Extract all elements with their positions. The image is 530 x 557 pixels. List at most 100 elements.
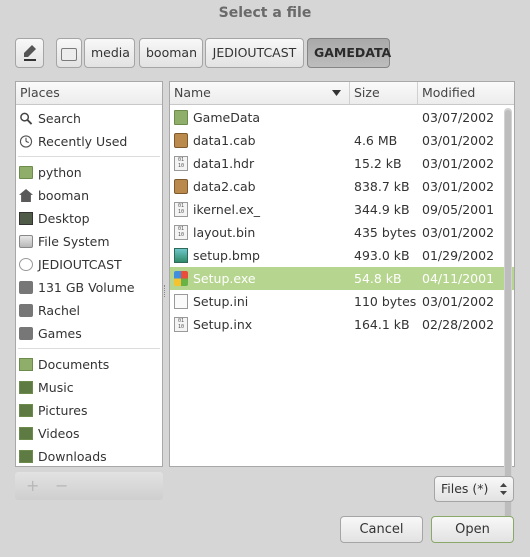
drive-icon [19, 304, 33, 317]
place-search[interactable]: Search [16, 107, 162, 130]
home-icon [19, 189, 33, 202]
file-size: 15.2 kB [354, 156, 402, 171]
remove-bookmark-button[interactable]: − [55, 476, 68, 495]
file-size: 435 bytes [354, 225, 417, 240]
file-modified: 09/05/2001 [422, 202, 495, 217]
file-row[interactable]: 01 10 Setup.inx 164.1 kB 02/28/2002 [170, 313, 514, 336]
place-booman[interactable]: booman [16, 184, 162, 207]
sort-down-icon [332, 90, 341, 96]
places-panel: Places Search Recently Used python booma… [15, 81, 163, 467]
bookmark-buttons: + − [15, 472, 163, 500]
file-row[interactable]: data2.cab 838.7 kB 03/01/2002 [170, 175, 514, 198]
path-segment-gamedata[interactable]: GAMEDATA [307, 38, 391, 68]
file-name: Setup.exe [193, 271, 256, 286]
file-modified: 01/29/2002 [422, 248, 495, 263]
videos-folder-icon [19, 427, 33, 440]
pictures-folder-icon [19, 404, 33, 417]
file-modified: 03/01/2002 [422, 294, 495, 309]
file-modified: 03/07/2002 [422, 110, 495, 125]
place-131gb-volume[interactable]: 131 GB Volume [16, 276, 162, 299]
file-size: 493.0 kB [354, 248, 410, 263]
places-header: Places [16, 82, 162, 105]
place-label: Games [38, 326, 82, 341]
image-file-icon [174, 248, 188, 263]
binary-file-icon: 01 10 [174, 156, 188, 171]
place-label: python [38, 165, 82, 180]
music-folder-icon [19, 381, 33, 394]
file-row[interactable]: 01 10 data1.hdr 15.2 kB 03/01/2002 [170, 152, 514, 175]
column-header-modified[interactable]: Modified [418, 82, 504, 104]
file-list: Name Size Modified GameData 03/07/2002 d… [169, 81, 515, 536]
path-segment-jedioutcast[interactable]: JEDIOUTCAST [205, 38, 304, 68]
place-games[interactable]: Games [16, 322, 162, 345]
file-filter-select[interactable]: Files (*) [434, 476, 514, 502]
place-desktop[interactable]: Desktop [16, 207, 162, 230]
column-header-size[interactable]: Size [350, 82, 418, 104]
column-header-name[interactable]: Name [170, 82, 350, 104]
file-name: data1.cab [193, 133, 256, 148]
add-bookmark-button[interactable]: + [26, 476, 39, 495]
place-pictures[interactable]: Pictures [16, 399, 162, 422]
file-modified: 04/11/2001 [422, 271, 495, 286]
file-list-header: Name Size Modified [170, 82, 514, 105]
drive-icon [19, 281, 33, 294]
file-row[interactable]: setup.bmp 493.0 kB 01/29/2002 [170, 244, 514, 267]
binary-file-icon: 01 10 [174, 225, 188, 240]
dialog-title: Select a file [218, 5, 312, 21]
file-modified: 03/01/2002 [422, 179, 495, 194]
pencil-icon [23, 45, 36, 61]
filesystem-icon [19, 235, 33, 248]
file-size: 344.9 kB [354, 202, 410, 217]
file-row[interactable]: GameData 03/07/2002 [170, 106, 514, 129]
file-modified: 03/01/2002 [422, 225, 495, 240]
place-music[interactable]: Music [16, 376, 162, 399]
path-segment-media[interactable]: media [84, 38, 135, 68]
place-label: Search [38, 111, 81, 126]
file-name: layout.bin [193, 225, 256, 240]
file-modified: 03/01/2002 [422, 133, 495, 148]
place-documents[interactable]: Documents [16, 353, 162, 376]
vertical-scrollbar[interactable] [504, 108, 512, 536]
open-button[interactable]: Open [431, 516, 514, 543]
place-label: Desktop [38, 211, 90, 226]
scrollbar-thumb[interactable] [505, 110, 511, 530]
file-row[interactable]: 01 10 ikernel.ex_ 344.9 kB 09/05/2001 [170, 198, 514, 221]
place-recently-used[interactable]: Recently Used [16, 130, 162, 153]
place-jedioutcast[interactable]: JEDIOUTCAST [16, 253, 162, 276]
place-label: Rachel [38, 303, 81, 318]
place-videos[interactable]: Videos [16, 422, 162, 445]
cdrom-icon [19, 258, 33, 271]
place-python[interactable]: python [16, 161, 162, 184]
file-size: 838.7 kB [354, 179, 410, 194]
place-rachel[interactable]: Rachel [16, 299, 162, 322]
file-name: data2.cab [193, 179, 256, 194]
file-row[interactable]: 01 10 layout.bin 435 bytes 03/01/2002 [170, 221, 514, 244]
place-label: Pictures [38, 403, 88, 418]
file-modified: 03/01/2002 [422, 156, 495, 171]
folder-icon [19, 166, 33, 179]
file-name: Setup.inx [193, 317, 253, 332]
file-modified: 02/28/2002 [422, 317, 495, 332]
windows-exe-icon [174, 271, 188, 286]
file-row-selected[interactable]: Setup.exe 54.8 kB 04/11/2001 [170, 267, 514, 290]
search-icon [20, 112, 33, 125]
archive-icon [174, 179, 188, 194]
place-label: Recently Used [38, 134, 128, 149]
path-root-button[interactable] [56, 38, 82, 68]
binary-file-icon: 01 10 [174, 202, 188, 217]
path-segment-booman[interactable]: booman [139, 38, 203, 68]
file-filter-value: Files (*) [441, 481, 489, 496]
cancel-button[interactable]: Cancel [340, 516, 423, 543]
binary-file-icon: 01 10 [174, 317, 188, 332]
file-size: 164.1 kB [354, 317, 410, 332]
file-row[interactable]: data1.cab 4.6 MB 03/01/2002 [170, 129, 514, 152]
place-file-system[interactable]: File System [16, 230, 162, 253]
desktop-icon [19, 212, 33, 225]
edit-location-button[interactable] [15, 38, 44, 68]
drive-icon [19, 327, 33, 340]
file-size: 4.6 MB [354, 133, 398, 148]
place-downloads[interactable]: Downloads [16, 445, 162, 468]
file-row[interactable]: Setup.ini 110 bytes 03/01/2002 [170, 290, 514, 313]
file-name: GameData [193, 110, 261, 125]
file-size: 54.8 kB [354, 271, 402, 286]
